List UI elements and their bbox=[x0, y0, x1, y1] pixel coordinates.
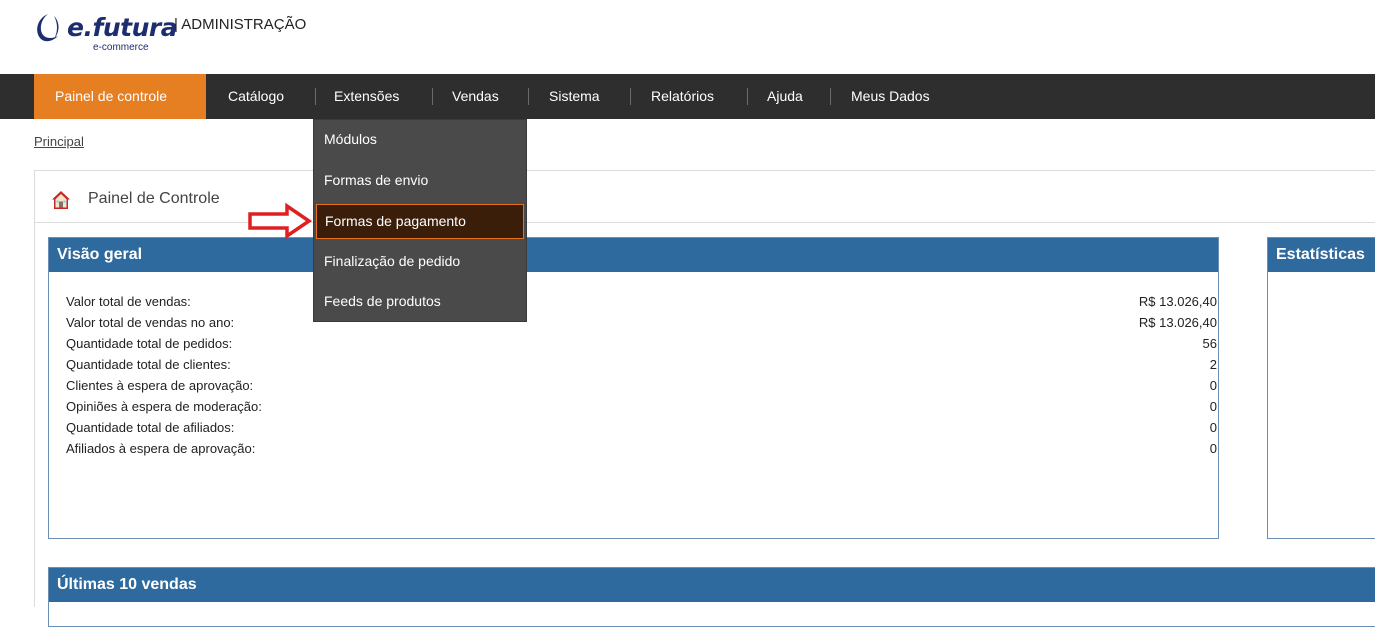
nav-item-meus-dados[interactable]: Meus Dados bbox=[851, 74, 930, 119]
nav-item-ajuda[interactable]: Ajuda bbox=[767, 74, 803, 119]
stat-label: Clientes à espera de aprovação: bbox=[66, 378, 254, 393]
latest-sales-panel: Últimas 10 vendas bbox=[48, 567, 1375, 627]
stat-value: 0 bbox=[1209, 420, 1217, 435]
stat-label: Afiliados à espera de aprovação: bbox=[66, 441, 256, 456]
stat-label: Quantidade total de afiliados: bbox=[66, 420, 235, 435]
breadcrumb-principal[interactable]: Principal bbox=[34, 134, 84, 149]
main-nav: Painel de controle Catálogo Extensões Ve… bbox=[0, 74, 1375, 119]
stat-value: 56 bbox=[1202, 336, 1217, 351]
nav-item-catalogo[interactable]: Catálogo bbox=[228, 74, 284, 119]
pointer-arrow-icon bbox=[248, 203, 313, 239]
statistics-panel-title: Estatísticas bbox=[1268, 238, 1375, 272]
dropdown-item-formas-de-envio[interactable]: Formas de envio bbox=[314, 163, 526, 198]
statistics-panel: Estatísticas bbox=[1267, 237, 1375, 539]
admin-section-label: | ADMINISTRAÇÃO bbox=[174, 16, 307, 33]
stat-value: 0 bbox=[1209, 378, 1217, 393]
logo-swoosh-icon bbox=[37, 14, 59, 42]
home-icon bbox=[52, 191, 70, 209]
dropdown-item-feeds-de-produtos[interactable]: Feeds de produtos bbox=[314, 284, 526, 319]
stat-label: Quantidade total de clientes: bbox=[66, 357, 231, 372]
stat-row: Valor total de vendas: R$ 13.026,40 bbox=[66, 294, 1217, 315]
stat-label: Opiniões à espera de moderação: bbox=[66, 399, 262, 414]
dropdown-item-modulos[interactable]: Módulos bbox=[314, 122, 526, 157]
overview-panel-title: Visão geral bbox=[49, 238, 1218, 272]
stat-label: Valor total de vendas: bbox=[66, 294, 191, 309]
stat-value: 0 bbox=[1209, 441, 1217, 456]
stat-row: Opiniões à espera de moderação: 0 bbox=[66, 399, 1217, 420]
dropdown-item-formas-de-pagamento[interactable]: Formas de pagamento bbox=[316, 204, 524, 239]
nav-item-extensoes[interactable]: Extensões bbox=[334, 74, 399, 119]
nav-item-painel-de-controle[interactable]: Painel de controle bbox=[34, 74, 206, 119]
page-title: Painel de Controle bbox=[88, 190, 220, 207]
nav-item-sistema[interactable]: Sistema bbox=[549, 74, 600, 119]
stat-label: Valor total de vendas no ano: bbox=[66, 315, 235, 330]
brand-subtitle: e-commerce bbox=[93, 42, 149, 53]
stat-value: 2 bbox=[1209, 357, 1217, 372]
stat-value: 0 bbox=[1209, 399, 1217, 414]
nav-item-relatorios[interactable]: Relatórios bbox=[651, 74, 714, 119]
stat-label: Quantidade total de pedidos: bbox=[66, 336, 233, 351]
nav-divider bbox=[630, 88, 631, 105]
stat-row: Quantidade total de pedidos: 56 bbox=[66, 336, 1217, 357]
stat-row: Quantidade total de clientes: 2 bbox=[66, 357, 1217, 378]
brand-name: e.futura bbox=[67, 13, 178, 42]
overview-panel: Visão geral Valor total de vendas: R$ 13… bbox=[48, 237, 1219, 539]
nav-divider bbox=[315, 88, 316, 105]
nav-divider bbox=[747, 88, 748, 105]
nav-divider bbox=[528, 88, 529, 105]
dashboard-box: Painel de Controle Visão geral Valor tot… bbox=[34, 170, 1375, 627]
nav-divider bbox=[830, 88, 831, 105]
stat-row: Valor total de vendas no ano: R$ 13.026,… bbox=[66, 315, 1217, 336]
header: e.futura e-commerce | ADMINISTRAÇÃO bbox=[0, 0, 1375, 74]
box-heading: Painel de Controle bbox=[35, 171, 1375, 223]
dropdown-item-finalizacao-de-pedido[interactable]: Finalização de pedido bbox=[314, 244, 526, 279]
nav-item-vendas[interactable]: Vendas bbox=[452, 74, 499, 119]
latest-sales-panel-title: Últimas 10 vendas bbox=[49, 568, 1375, 602]
stat-value: R$ 13.026,40 bbox=[1138, 315, 1217, 330]
nav-divider bbox=[432, 88, 433, 105]
stat-row: Afiliados à espera de aprovação: 0 bbox=[66, 441, 1217, 462]
stat-row: Clientes à espera de aprovação: 0 bbox=[66, 378, 1217, 399]
extensions-dropdown-menu: Módulos Formas de envio Formas de pagame… bbox=[313, 119, 527, 322]
stat-row: Quantidade total de afiliados: 0 bbox=[66, 420, 1217, 441]
stat-value: R$ 13.026,40 bbox=[1138, 294, 1217, 309]
